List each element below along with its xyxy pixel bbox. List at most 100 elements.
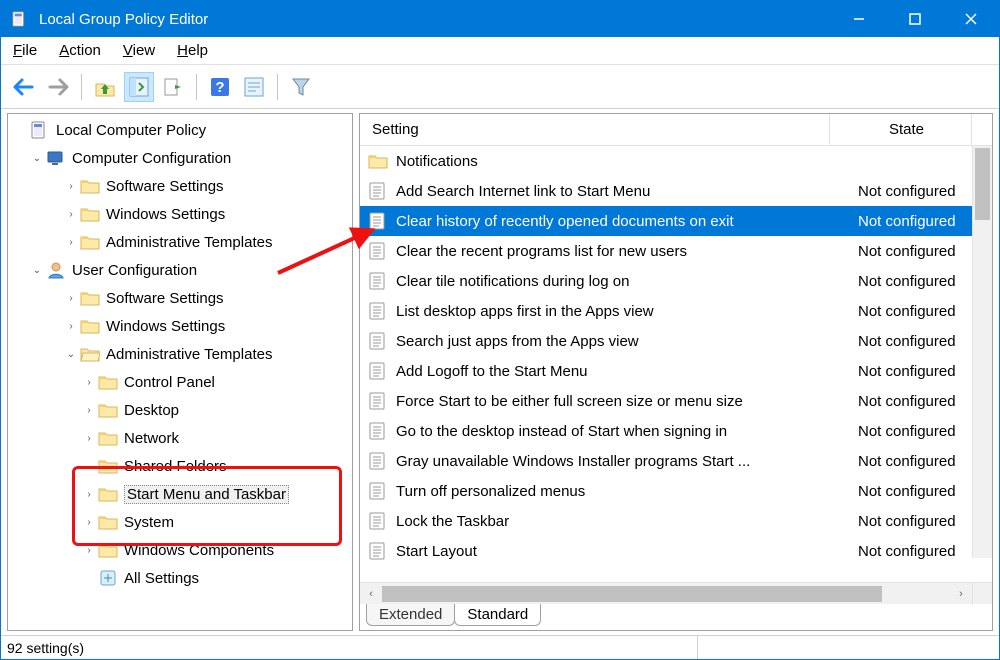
- policy-item-icon: [368, 511, 388, 531]
- tree-label: Computer Configuration: [72, 150, 231, 167]
- settings-row[interactable]: Add Search Internet link to Start MenuNo…: [360, 176, 992, 206]
- tree-start-menu-and-taskbar[interactable]: › Start Menu and Taskbar: [12, 480, 352, 508]
- tree-label: Software Settings: [106, 178, 224, 195]
- up-one-level-button[interactable]: [90, 72, 120, 102]
- settings-row[interactable]: List desktop apps first in the Apps view…: [360, 296, 992, 326]
- twisty-collapsed-icon[interactable]: ›: [64, 181, 78, 192]
- setting-name: Start Layout: [396, 543, 850, 560]
- show-hide-tree-button[interactable]: [124, 72, 154, 102]
- tree-all-settings[interactable]: All Settings: [12, 564, 352, 592]
- export-list-button[interactable]: [158, 72, 188, 102]
- minimize-button[interactable]: [831, 1, 887, 37]
- tab-extended[interactable]: Extended: [366, 604, 455, 626]
- settings-row[interactable]: Lock the TaskbarNot configured: [360, 506, 992, 536]
- settings-row[interactable]: Add Logoff to the Start MenuNot configur…: [360, 356, 992, 386]
- twisty-collapsed-icon[interactable]: ›: [82, 489, 96, 500]
- properties-button[interactable]: [239, 72, 269, 102]
- folder-icon: [80, 176, 100, 196]
- policy-item-icon: [368, 421, 388, 441]
- setting-state: Not configured: [850, 273, 992, 290]
- tree-user-configuration[interactable]: ⌄ User Configuration: [12, 256, 352, 284]
- settings-row[interactable]: Start LayoutNot configured: [360, 536, 992, 566]
- tree-shared-folders[interactable]: Shared Folders: [12, 452, 352, 480]
- settings-row[interactable]: Force Start to be either full screen siz…: [360, 386, 992, 416]
- twisty-collapsed-icon[interactable]: ›: [64, 237, 78, 248]
- settings-row[interactable]: Search just apps from the Apps viewNot c…: [360, 326, 992, 356]
- tree-label: Software Settings: [106, 290, 224, 307]
- setting-name: List desktop apps first in the Apps view: [396, 303, 850, 320]
- filter-button[interactable]: [286, 72, 316, 102]
- toolbar: [1, 65, 999, 109]
- setting-name: Go to the desktop instead of Start when …: [396, 423, 850, 440]
- forward-button[interactable]: [43, 72, 73, 102]
- menu-view[interactable]: View: [123, 42, 155, 59]
- tree-system[interactable]: › System: [12, 508, 352, 536]
- settings-list[interactable]: NotificationsAdd Search Internet link to…: [360, 146, 992, 582]
- settings-row[interactable]: Turn off personalized menusNot configure…: [360, 476, 992, 506]
- menu-help[interactable]: Help: [177, 42, 208, 59]
- tree-computer-configuration[interactable]: ⌄ Computer Configuration: [12, 144, 352, 172]
- twisty-collapsed-icon[interactable]: ›: [82, 405, 96, 416]
- setting-state: Not configured: [850, 483, 992, 500]
- tree-windows-components[interactable]: › Windows Components: [12, 536, 352, 564]
- tree-cc-software-settings[interactable]: › Software Settings: [12, 172, 352, 200]
- settings-row[interactable]: Clear history of recently opened documen…: [360, 206, 992, 236]
- tree-cc-windows-settings[interactable]: › Windows Settings: [12, 200, 352, 228]
- settings-row[interactable]: Go to the desktop instead of Start when …: [360, 416, 992, 446]
- policy-tree[interactable]: Local Computer Policy ⌄ Computer Configu…: [8, 114, 352, 594]
- tree-uc-administrative-templates[interactable]: ⌄ Administrative Templates: [12, 340, 352, 368]
- titlebar[interactable]: Local Group Policy Editor: [1, 1, 999, 37]
- twisty-expanded-icon[interactable]: ⌄: [64, 349, 78, 360]
- policy-item-icon: [368, 361, 388, 381]
- folder-icon: [98, 372, 118, 392]
- help-button[interactable]: [205, 72, 235, 102]
- menu-action[interactable]: Action: [59, 42, 101, 59]
- setting-state: Not configured: [850, 363, 992, 380]
- policy-item-icon: [368, 181, 388, 201]
- folder-open-icon: [80, 344, 100, 364]
- tree-uc-software-settings[interactable]: › Software Settings: [12, 284, 352, 312]
- settings-row[interactable]: Clear the recent programs list for new u…: [360, 236, 992, 266]
- tab-standard[interactable]: Standard: [454, 604, 541, 626]
- tree-control-panel[interactable]: › Control Panel: [12, 368, 352, 396]
- list-header: Setting State: [360, 114, 992, 146]
- settings-row[interactable]: Notifications: [360, 146, 992, 176]
- twisty-collapsed-icon[interactable]: ›: [82, 433, 96, 444]
- policy-item-icon: [368, 541, 388, 561]
- back-button[interactable]: [9, 72, 39, 102]
- twisty-collapsed-icon[interactable]: ›: [64, 293, 78, 304]
- tree-desktop[interactable]: › Desktop: [12, 396, 352, 424]
- close-button[interactable]: [943, 1, 999, 37]
- settings-pane: Setting State NotificationsAdd Search In…: [359, 113, 993, 631]
- tree-cc-administrative-templates[interactable]: › Administrative Templates: [12, 228, 352, 256]
- scrollbar-thumb[interactable]: [975, 148, 990, 220]
- tree-root[interactable]: Local Computer Policy: [12, 116, 352, 144]
- twisty-collapsed-icon[interactable]: ›: [82, 377, 96, 388]
- setting-name: Clear history of recently opened documen…: [396, 213, 850, 230]
- user-config-icon: [46, 260, 66, 280]
- twisty-collapsed-icon[interactable]: ›: [82, 517, 96, 528]
- column-header-state[interactable]: State: [830, 114, 972, 145]
- tree-network[interactable]: › Network: [12, 424, 352, 452]
- scrollbar-thumb[interactable]: [382, 586, 882, 602]
- setting-state: Not configured: [850, 513, 992, 530]
- settings-row[interactable]: Gray unavailable Windows Installer progr…: [360, 446, 992, 476]
- vertical-scrollbar[interactable]: [972, 146, 992, 558]
- scroll-left-icon[interactable]: ‹: [360, 583, 382, 605]
- settings-row[interactable]: Clear tile notifications during log onNo…: [360, 266, 992, 296]
- scroll-right-icon[interactable]: ›: [950, 583, 972, 605]
- tree-label: System: [124, 514, 174, 531]
- tree-uc-windows-settings[interactable]: › Windows Settings: [12, 312, 352, 340]
- setting-name: Clear the recent programs list for new u…: [396, 243, 850, 260]
- maximize-button[interactable]: [887, 1, 943, 37]
- folder-icon: [80, 288, 100, 308]
- status-bar: 92 setting(s): [1, 635, 999, 659]
- twisty-collapsed-icon[interactable]: ›: [82, 545, 96, 556]
- column-header-setting[interactable]: Setting: [360, 114, 830, 145]
- horizontal-scrollbar[interactable]: ‹ ›: [360, 582, 992, 604]
- twisty-collapsed-icon[interactable]: ›: [64, 209, 78, 220]
- twisty-expanded-icon[interactable]: ⌄: [30, 265, 44, 276]
- menu-file[interactable]: File: [13, 42, 37, 59]
- twisty-expanded-icon[interactable]: ⌄: [30, 153, 44, 164]
- twisty-collapsed-icon[interactable]: ›: [64, 321, 78, 332]
